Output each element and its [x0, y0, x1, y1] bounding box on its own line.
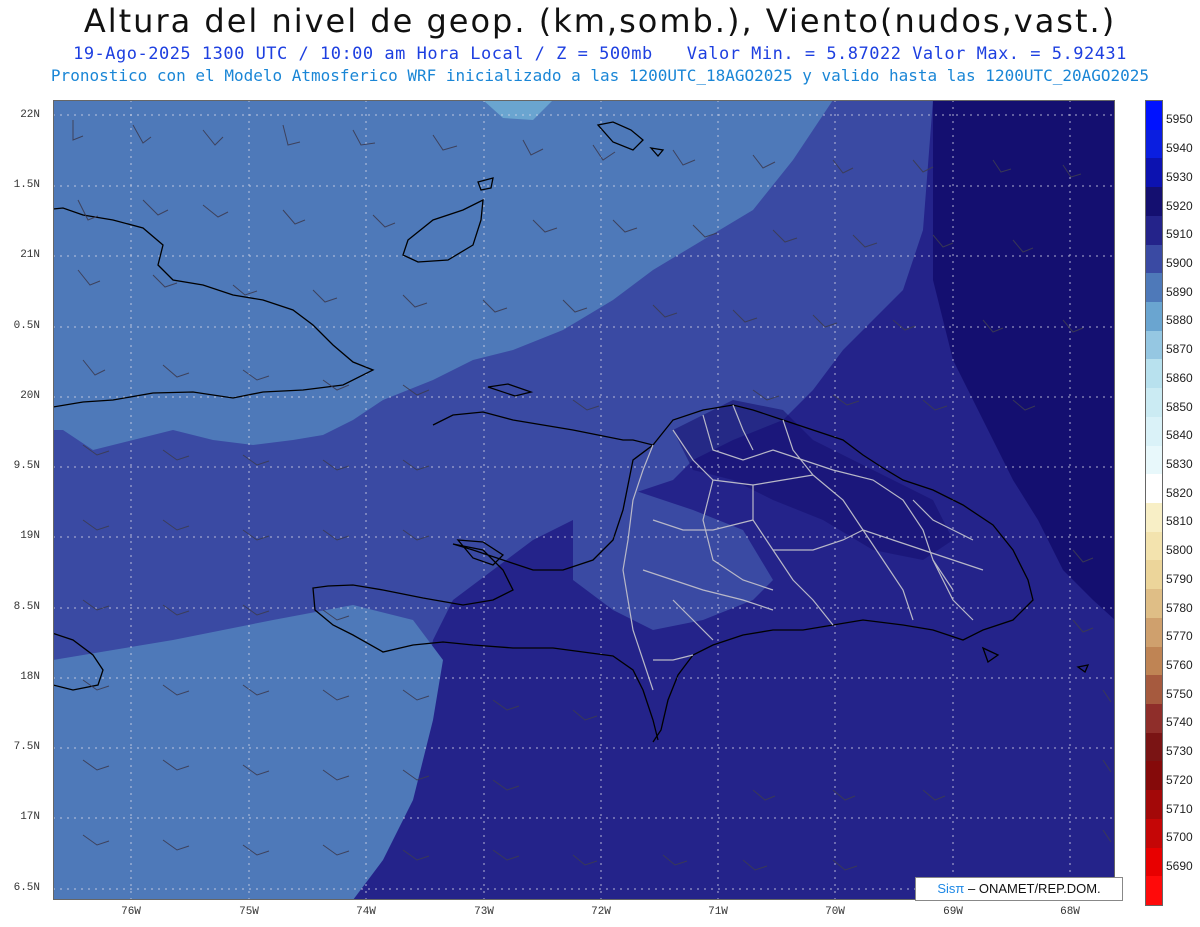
colorbar-label: 5780 [1166, 600, 1193, 615]
lat-label-18n: 18N [20, 671, 40, 683]
colorbar-label: 5850 [1166, 399, 1193, 414]
colorbar-segment [1146, 818, 1162, 849]
colorbar-segment [1146, 416, 1162, 447]
colorbar-label: 5760 [1166, 657, 1193, 672]
colorbar-label: 5820 [1166, 485, 1193, 500]
value-range: Valor Min. = 5.87022 Valor Max. = 5.9243… [686, 44, 1127, 64]
lat-label-20-5n: 0.5N [13, 320, 40, 332]
lat-label-16-5n: 6.5N [13, 882, 40, 894]
credit-box: Sisπ – ONAMET/REP.DOM. [915, 877, 1123, 901]
colorbar-label: 5840 [1166, 428, 1193, 443]
colorbar-label: 5710 [1166, 801, 1193, 816]
colorbar-label: 5740 [1166, 715, 1193, 730]
lon-label-72w: 72W [591, 906, 611, 918]
lat-label-20n: 20N [20, 390, 40, 402]
colorbar-segment [1146, 589, 1162, 619]
colorbar-segment [1146, 388, 1162, 418]
colorbar-segment [1146, 330, 1162, 360]
colorbar-segment [1146, 445, 1162, 475]
lon-label-75w: 75W [239, 906, 259, 918]
colorbar-label: 5720 [1166, 772, 1193, 787]
lat-label-17-5n: 7.5N [13, 741, 40, 753]
colorbar-label: 5770 [1166, 629, 1193, 644]
colorbar-segment [1146, 129, 1162, 159]
forecast-time: 19-Ago-2025 1300 UTC / 10:00 am Hora Loc… [73, 44, 653, 64]
colorbar-segment [1146, 847, 1162, 877]
colorbar-segment [1146, 560, 1162, 590]
colorbar-segment [1146, 790, 1162, 820]
colorbar-label: 5920 [1166, 198, 1193, 213]
colorbar-segment [1146, 273, 1162, 303]
colorbar [1145, 100, 1163, 906]
colorbar-label: 5730 [1166, 744, 1193, 759]
lon-label-76w: 76W [121, 906, 141, 918]
lat-label-19n: 19N [20, 530, 40, 542]
colorbar-segment [1146, 503, 1162, 533]
colorbar-segment [1146, 704, 1162, 734]
colorbar-segment [1146, 359, 1162, 389]
lat-label-21-5n: 1.5N [13, 179, 40, 191]
colorbar-segment [1146, 215, 1162, 246]
colorbar-segment [1146, 187, 1162, 217]
lat-label-21n: 21N [20, 249, 40, 261]
colorbar-segment [1146, 158, 1162, 188]
model-info-line: Pronostico con el Modelo Atmosferico WRF… [50, 66, 1150, 85]
colorbar-label: 5930 [1166, 169, 1193, 184]
forecast-info-line: 19-Ago-2025 1300 UTC / 10:00 am Hora Loc… [0, 44, 1200, 64]
lat-label-18-5n: 8.5N [13, 601, 40, 613]
lon-label-74w: 74W [356, 906, 376, 918]
colorbar-label: 5900 [1166, 255, 1193, 270]
colorbar-label: 5860 [1166, 370, 1193, 385]
colorbar-label: 5830 [1166, 456, 1193, 471]
colorbar-label: 5750 [1166, 686, 1193, 701]
colorbar-label: 5940 [1166, 141, 1193, 156]
lat-label-22n: 22N [20, 109, 40, 121]
colorbar-segment [1146, 675, 1162, 705]
lat-label-19-5n: 9.5N [13, 460, 40, 472]
colorbar-label: 5690 [1166, 858, 1193, 873]
colorbar-label: 5880 [1166, 313, 1193, 328]
colorbar-segment [1146, 302, 1162, 332]
lon-label-69w: 69W [943, 906, 963, 918]
lon-label-68w: 68W [1060, 906, 1080, 918]
colorbar-label: 5810 [1166, 514, 1193, 529]
sispi-logo: Sisπ [937, 881, 965, 896]
map-title: Altura del nivel de geop. (km,somb.), Vi… [83, 2, 1117, 40]
colorbar-segment [1146, 244, 1162, 274]
credit-text: – ONAMET/REP.DOM. [967, 881, 1101, 896]
colorbar-label: 5790 [1166, 571, 1193, 586]
colorbar-label: 5870 [1166, 342, 1193, 357]
colorbar-label: 5890 [1166, 284, 1193, 299]
colorbar-segment [1146, 474, 1162, 504]
colorbar-label: 5800 [1166, 543, 1193, 558]
lon-label-70w: 70W [825, 906, 845, 918]
colorbar-segment [1146, 732, 1162, 762]
lon-label-73w: 73W [474, 906, 494, 918]
colorbar-segment [1146, 646, 1162, 676]
colorbar-segment [1146, 617, 1162, 648]
colorbar-segment [1146, 101, 1162, 131]
colorbar-segment [1146, 761, 1162, 791]
geopotential-map [53, 100, 1115, 900]
colorbar-label: 5910 [1166, 227, 1193, 242]
colorbar-label: 5950 [1166, 112, 1193, 127]
colorbar-label: 5700 [1166, 830, 1193, 845]
lon-label-71w: 71W [708, 906, 728, 918]
colorbar-segment [1146, 531, 1162, 561]
colorbar-segment [1146, 876, 1162, 906]
lat-label-17n: 17N [20, 811, 40, 823]
